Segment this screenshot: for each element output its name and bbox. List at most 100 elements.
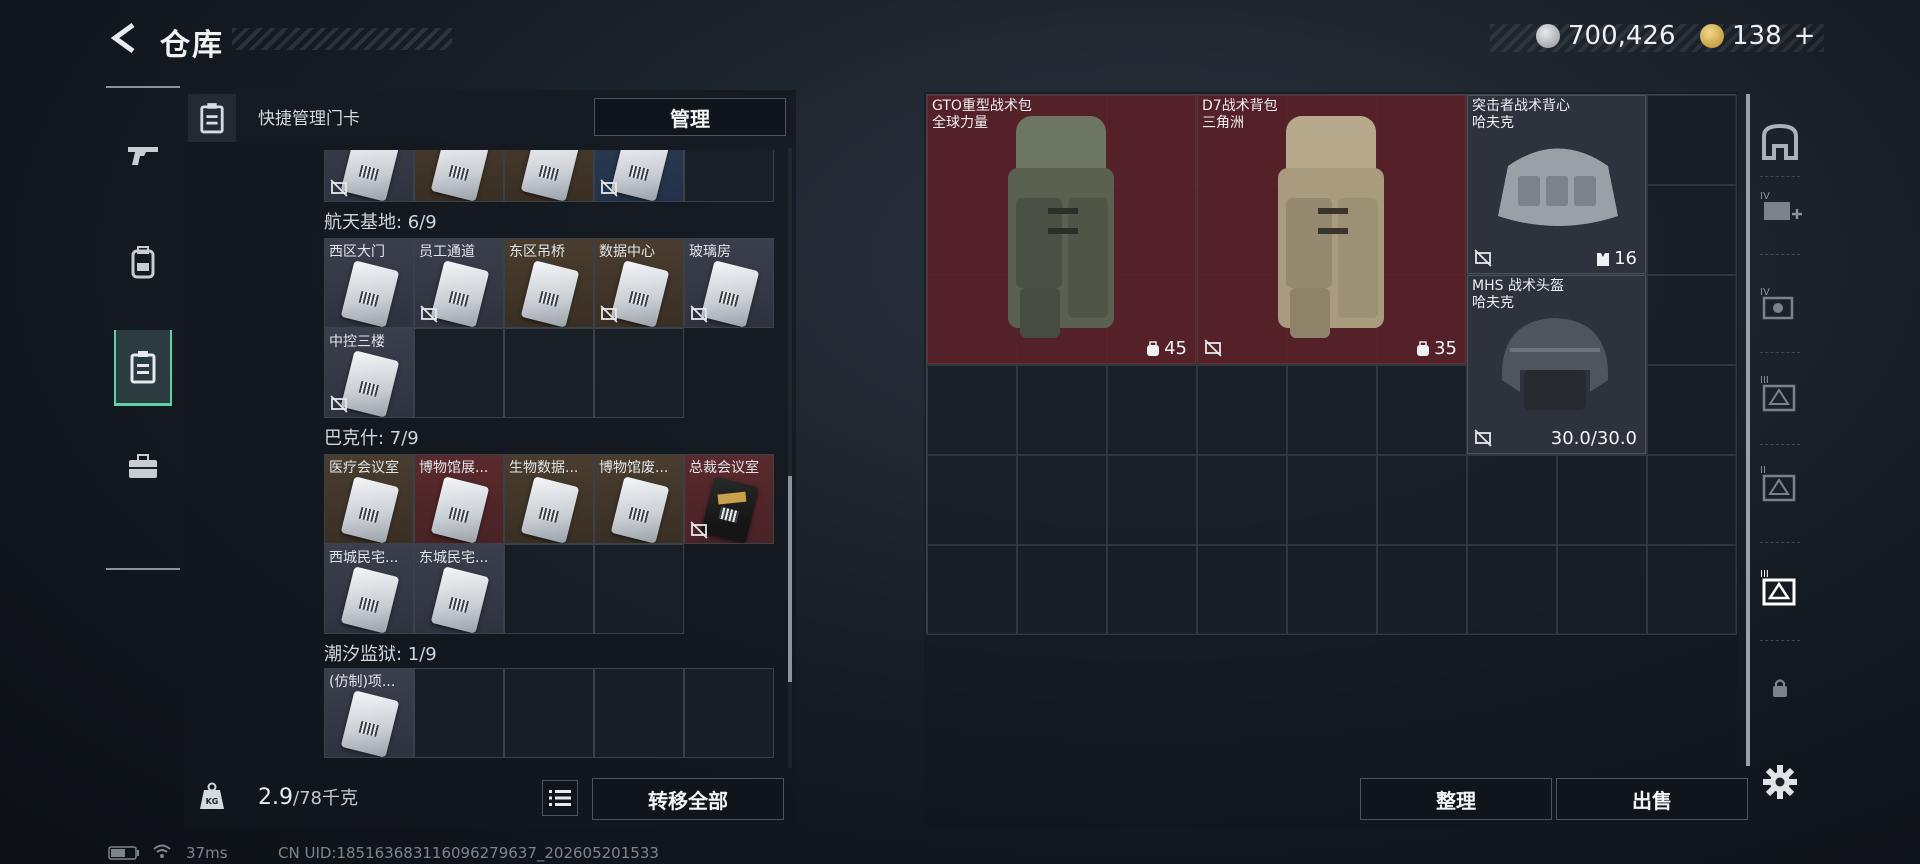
gear-icon — [1763, 765, 1797, 799]
stash-slot[interactable] — [1647, 185, 1737, 275]
keycard-slot[interactable] — [504, 150, 594, 202]
transfer-all-button[interactable]: 转移全部 — [592, 778, 784, 820]
stash-tab-add-iv[interactable]: IV — [1756, 184, 1804, 232]
empty-slot[interactable] — [684, 668, 774, 758]
keycard-slot[interactable]: 东区吊桥 — [504, 238, 594, 328]
stash-slot[interactable] — [1377, 455, 1467, 545]
keycard-scrollbar[interactable] — [788, 476, 792, 682]
stash-slot[interactable] — [1197, 365, 1287, 455]
stash-slot[interactable] — [1647, 275, 1737, 365]
stash-slot[interactable] — [1557, 545, 1647, 635]
stash-slot[interactable] — [1647, 545, 1737, 635]
stash-tab-iv[interactable]: IV — [1756, 280, 1804, 328]
stash-slot[interactable] — [1107, 455, 1197, 545]
keycard-grid — [324, 150, 774, 202]
keycard-image — [610, 150, 670, 201]
keycard-slot[interactable]: 员工通道 — [414, 238, 504, 328]
keycard-slot[interactable] — [594, 150, 684, 202]
stash-slot[interactable] — [1557, 455, 1647, 545]
currency-add-icon[interactable]: + — [1794, 21, 1816, 51]
stash-slot[interactable] — [1287, 455, 1377, 545]
keycard-label: 博物馆废... — [599, 460, 669, 476]
stash-tab-main[interactable] — [1756, 118, 1804, 166]
keycard-slot[interactable]: 玻璃房 — [684, 238, 774, 328]
nav-equipment[interactable] — [114, 224, 172, 300]
stash-tab-iii-active[interactable]: III — [1756, 564, 1804, 612]
keycard-image — [340, 260, 400, 327]
stash-slot[interactable] — [1467, 545, 1557, 635]
stash-item-assault-vest[interactable]: 突击者战术背心 哈夫克 16 — [1467, 95, 1646, 274]
no-link-icon — [1474, 249, 1492, 267]
keycard-slot[interactable]: 总裁会议室 — [684, 454, 774, 544]
stash-slot[interactable] — [1197, 545, 1287, 635]
nav-supplies[interactable] — [114, 428, 172, 504]
keycard-slot[interactable]: 东城民宅... — [414, 544, 504, 634]
keycard-section: 西区大门 员工通道 东区吊桥 数据中心 玻璃房中控三楼 — [324, 238, 774, 418]
stash-slot[interactable] — [1647, 455, 1737, 545]
empty-slot[interactable] — [504, 328, 594, 418]
keycard-slot[interactable]: 中控三楼 — [324, 328, 414, 418]
keycard-slot[interactable]: 医疗会议室 — [324, 454, 414, 544]
stash-slot[interactable] — [1107, 365, 1197, 455]
mhs-helmet-image — [1501, 318, 1609, 410]
keycard-image — [610, 260, 670, 327]
stash-slot[interactable] — [1287, 365, 1377, 455]
stash-item-gto-backpack[interactable]: GTO重型战术包 全球力量 45 — [927, 95, 1196, 364]
stash-slot[interactable] — [1197, 455, 1287, 545]
stash-slot[interactable] — [1017, 545, 1107, 635]
keycard-slot[interactable]: 博物馆废... — [594, 454, 684, 544]
back-button[interactable] — [104, 18, 144, 58]
keycard-slot[interactable] — [414, 150, 504, 202]
svg-text:KG: KG — [206, 797, 219, 806]
keycard-label: 西区大门 — [329, 244, 385, 260]
empty-slot[interactable] — [414, 328, 504, 418]
keycard-label: 总裁会议室 — [689, 460, 759, 476]
empty-slot[interactable] — [684, 150, 774, 202]
stash-slot[interactable] — [1377, 545, 1467, 635]
keycard-slot[interactable]: 数据中心 — [594, 238, 684, 328]
stash-slot[interactable] — [1017, 365, 1107, 455]
stash-slot[interactable] — [1377, 365, 1467, 455]
empty-slot[interactable] — [594, 544, 684, 634]
keycard-slot[interactable] — [324, 150, 414, 202]
weight-max: /78千克 — [293, 788, 358, 809]
stash-scrollbar[interactable] — [1746, 94, 1750, 766]
locked-slot[interactable] — [1756, 664, 1804, 712]
no-link-icon — [1474, 429, 1492, 447]
no-link-icon — [600, 305, 618, 323]
sort-button[interactable]: 整理 — [1360, 778, 1552, 820]
stash-slot[interactable] — [1017, 455, 1107, 545]
empty-slot[interactable] — [594, 668, 684, 758]
empty-slot[interactable] — [504, 668, 594, 758]
empty-slot[interactable] — [504, 544, 594, 634]
keycard-slot[interactable]: (仿制)项... — [324, 668, 414, 758]
empty-slot[interactable] — [594, 328, 684, 418]
keycard-slot[interactable]: 西区大门 — [324, 238, 414, 328]
stash-slot[interactable] — [1647, 365, 1737, 455]
stash-slot[interactable] — [1647, 95, 1737, 185]
keycard-grid: 医疗会议室 博物馆展... 生物数据... 博物馆废... 总裁会议室西城民宅... 东城… — [324, 454, 774, 634]
manage-button[interactable]: 管理 — [594, 98, 786, 136]
keycard-slot[interactable]: 生物数据... — [504, 454, 594, 544]
stash-slot[interactable] — [927, 545, 1017, 635]
keycard-image — [340, 690, 400, 757]
keycard-slot[interactable]: 博物馆展... — [414, 454, 504, 544]
nav-weapons[interactable] — [114, 118, 172, 194]
keycard-image — [700, 260, 760, 327]
stash-slot[interactable] — [927, 365, 1017, 455]
sell-button[interactable]: 出售 — [1556, 778, 1748, 820]
stash-slot[interactable] — [1287, 545, 1377, 635]
keycard-slot[interactable]: 西城民宅... — [324, 544, 414, 634]
stash-item-d7-backpack[interactable]: D7战术背包 三角洲 35 — [1197, 95, 1466, 364]
stash-slot[interactable] — [1467, 455, 1557, 545]
stash-slot[interactable] — [1107, 545, 1197, 635]
stash-slot[interactable] — [927, 455, 1017, 545]
settings-button[interactable] — [1756, 758, 1804, 806]
nav-keycards[interactable] — [114, 330, 172, 406]
currency-gold[interactable]: 138 + — [1700, 20, 1815, 52]
list-view-button[interactable] — [542, 780, 578, 816]
stash-item-mhs-helmet[interactable]: MHS 战术头盔 哈夫克 30.0/30.0 — [1467, 275, 1646, 454]
empty-slot[interactable] — [414, 668, 504, 758]
stash-tab-ii[interactable]: II — [1756, 460, 1804, 508]
stash-tab-iii-a[interactable]: III — [1756, 370, 1804, 418]
